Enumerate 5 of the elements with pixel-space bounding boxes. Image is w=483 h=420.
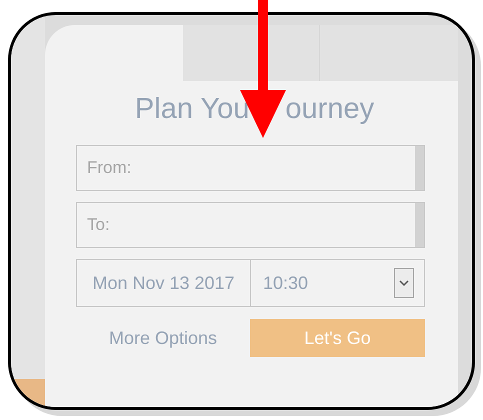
form-title: Plan You	[134, 92, 250, 127]
lets-go-button[interactable]: Let's Go	[250, 319, 425, 357]
tab[interactable]	[183, 25, 320, 81]
form-title: ourney	[285, 92, 374, 127]
more-options-link[interactable]: More Options	[76, 324, 250, 352]
